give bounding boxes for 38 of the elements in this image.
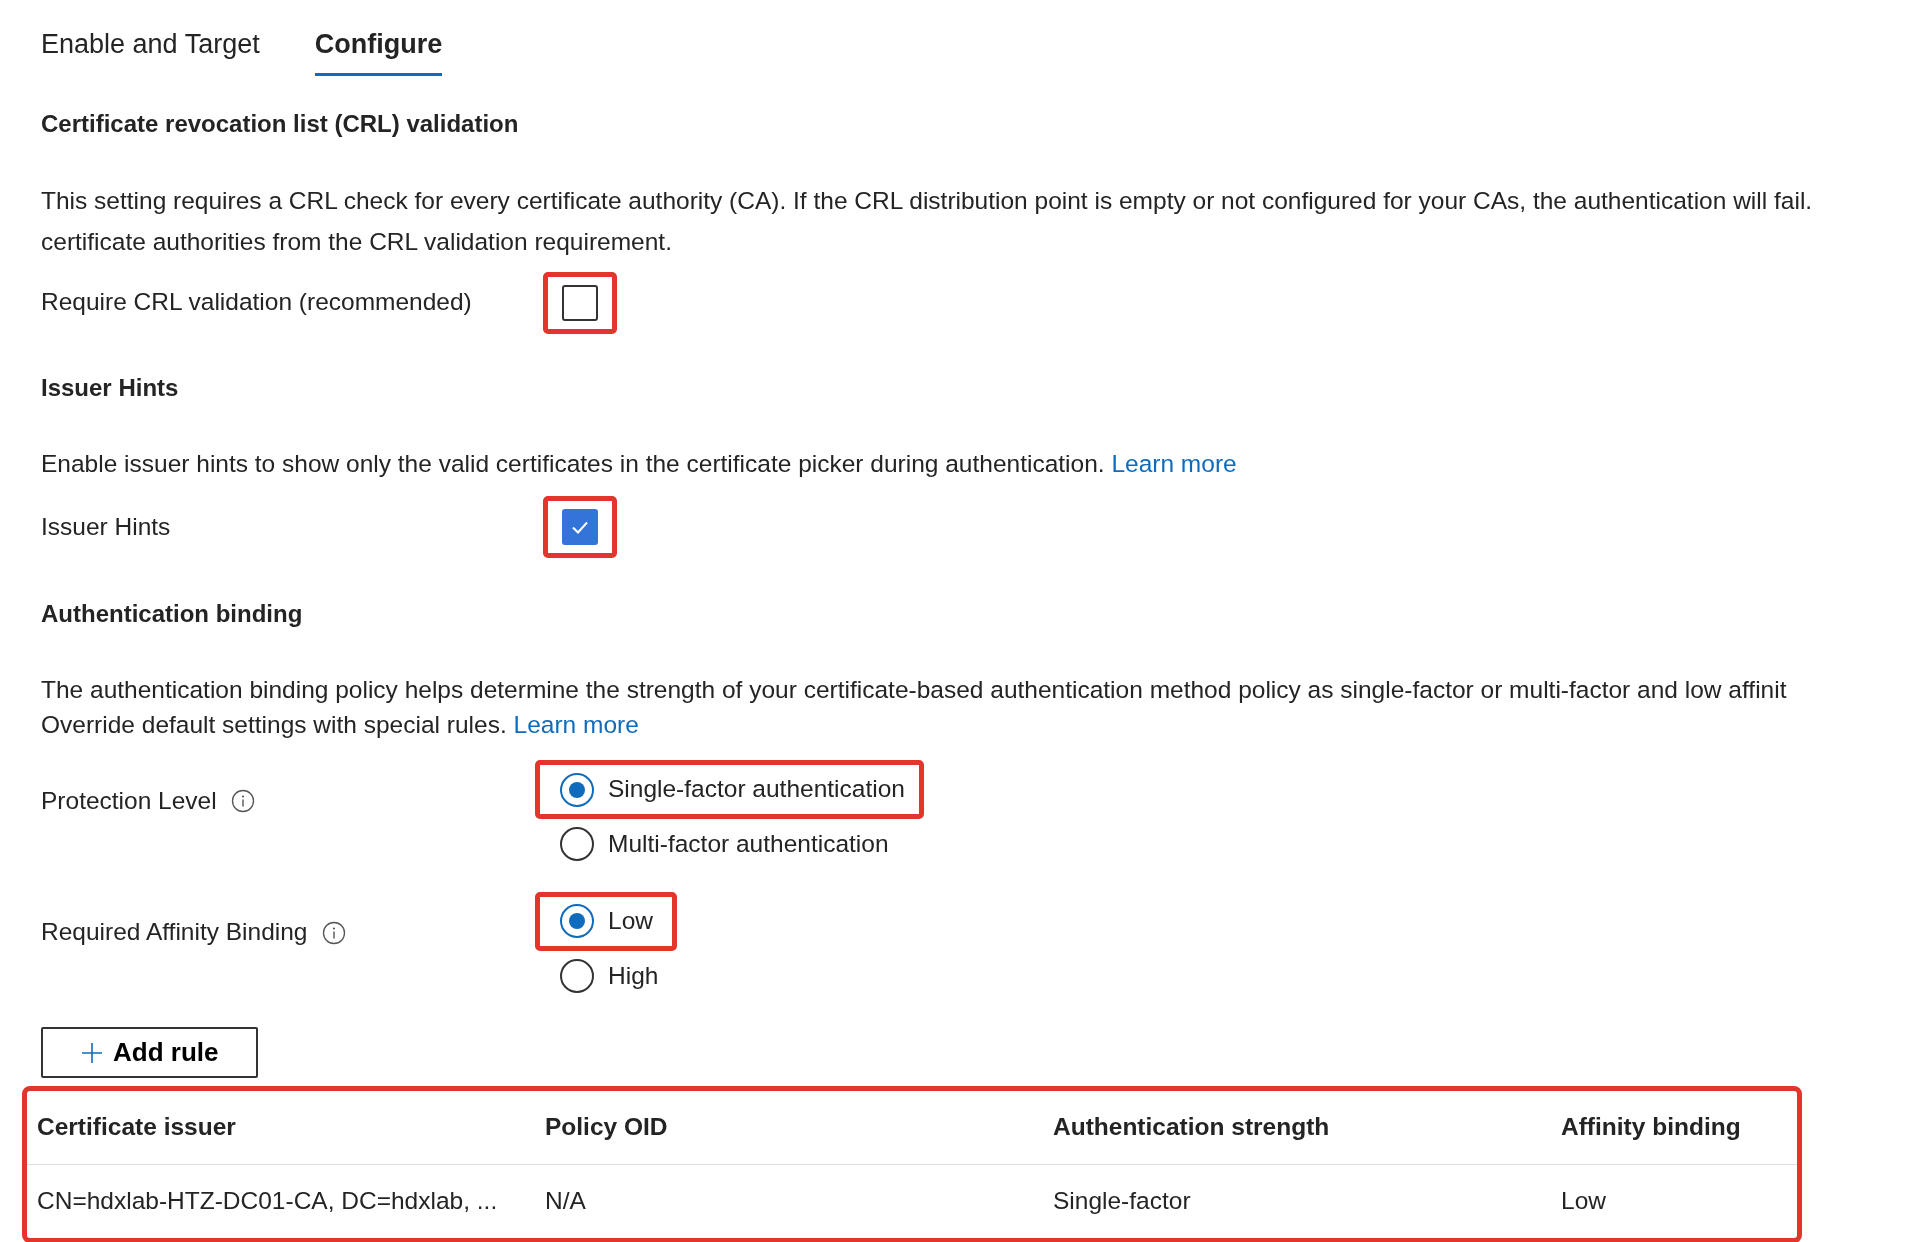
option-label: Multi-factor authentication (608, 829, 889, 859)
plus-icon (81, 1041, 103, 1064)
radio-button[interactable] (560, 958, 594, 993)
column-header: Certificate issuer (37, 1112, 237, 1143)
tab[interactable]: Enable and Target (41, 24, 260, 76)
paragraph-text: Enable issuer hints to show only the valid certificates in the certificate picker during authentication. Learn more (41, 448, 1238, 479)
column-header: Policy OID (545, 1112, 669, 1143)
field-label: Require CRL validation (recommended) (41, 287, 472, 318)
info-icon[interactable] (321, 920, 346, 945)
radio-button[interactable] (560, 827, 594, 862)
column-header: Authentication strength (1053, 1112, 1331, 1143)
table-cell-text: N/A (545, 1186, 587, 1216)
paragraph-text: certificate authorities from the CRL validation requirement. (41, 226, 673, 257)
learn-more-link[interactable]: Learn more (513, 711, 639, 739)
learn-more-link[interactable]: Learn more (1111, 449, 1237, 477)
section-heading: Issuer Hints (41, 372, 180, 403)
column-header: Affinity binding (1561, 1112, 1742, 1143)
section-heading: Certificate revocation list (CRL) validation (41, 108, 520, 139)
table-cell-text: CN=hdxlab-HTZ-DC01-CA, DC=hdxlab, ... (37, 1186, 499, 1216)
tab[interactable]: Configure (314, 24, 443, 76)
paragraph-text: Override default settings with special rules. Learn more (41, 710, 640, 741)
option-label: Low (608, 905, 653, 936)
checkbox[interactable] (562, 509, 598, 546)
field-label: Required Affinity Binding (41, 917, 308, 948)
info-icon[interactable] (230, 789, 255, 814)
field-label: Issuer Hints (41, 511, 171, 542)
checkbox[interactable] (562, 284, 598, 321)
paragraph-text: The authentication binding policy helps determine the strength of your certificate-based authentication method policy as single-factor or multi-factor and low affinit (41, 675, 1788, 706)
radio-button[interactable] (560, 904, 594, 939)
radio-button[interactable] (560, 772, 594, 807)
table-cell-text: Low (1561, 1186, 1607, 1216)
option-label: High (608, 960, 659, 991)
field-label: Protection Level (41, 785, 217, 816)
table-cell-text: Single-factor (1053, 1186, 1192, 1216)
section-heading: Authentication binding (41, 599, 304, 630)
paragraph-text: This setting requires a CRL check for every certificate authority (CA). If the CRL distribution point is empty or not configured for your CAs, the authentication will fail. (41, 185, 1814, 216)
add-rule-button[interactable]: Add rule (41, 1027, 259, 1079)
option-label: Single-factor authentication (608, 774, 905, 805)
